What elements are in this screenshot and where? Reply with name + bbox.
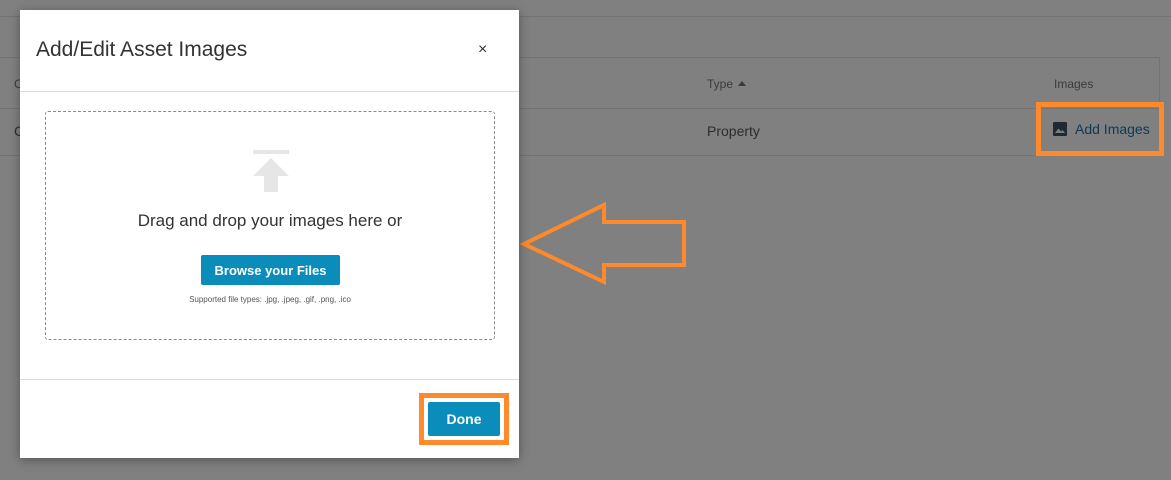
sort-ascending-icon [738, 81, 747, 86]
add-images-label: Add Images [1075, 121, 1150, 137]
column-header-type-label: Type [707, 77, 734, 91]
modal-footer-divider [20, 379, 519, 380]
close-icon[interactable]: × [478, 42, 487, 58]
modal-header: Add/Edit Asset Images × [20, 10, 519, 92]
browse-files-button[interactable]: Browse your Files [201, 255, 340, 285]
modal-title: Add/Edit Asset Images [36, 38, 248, 61]
image-dropzone[interactable]: Drag and drop your images here or Browse… [45, 111, 495, 340]
image-icon [1053, 122, 1067, 136]
arrow-left-annotation-icon [520, 201, 686, 286]
done-button[interactable]: Done [428, 402, 500, 436]
column-header-type[interactable]: Type [707, 77, 747, 91]
page: C Type Images C Property Add Images Add/… [0, 0, 1171, 480]
upload-icon [253, 150, 289, 192]
dropzone-prompt: Drag and drop your images here or [137, 211, 403, 230]
supported-file-types: Supported file types: .jpg, .jpeg, .gif,… [189, 295, 351, 304]
add-edit-images-modal: Add/Edit Asset Images × Drag and drop yo… [20, 10, 519, 458]
table-cell-type: Property [707, 123, 760, 139]
column-header-images: Images [1054, 77, 1094, 91]
add-images-link[interactable]: Add Images [1053, 121, 1150, 137]
